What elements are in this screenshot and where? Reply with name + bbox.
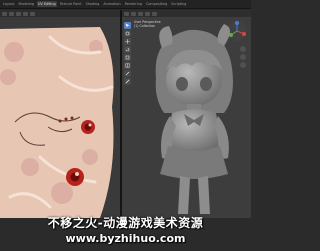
3d-viewport[interactable]: User Perspective (1) Collection	[122, 10, 251, 218]
cursor-tool-button[interactable]	[124, 30, 131, 37]
texture-eye-top	[81, 120, 95, 134]
viewport-header	[122, 10, 251, 17]
tab-texture-paint[interactable]: Texture Paint	[59, 1, 83, 7]
move-icon	[125, 39, 130, 44]
watermark-title: 不移之火-动漫游戏美术资源	[47, 216, 204, 230]
model-right-eye	[200, 77, 212, 91]
measure-tool-button[interactable]	[124, 78, 131, 85]
uv-texture-canvas[interactable]	[0, 17, 120, 218]
texture-eye-bottom	[66, 168, 84, 186]
tab-compositing[interactable]: Compositing	[145, 1, 168, 7]
editor-type-button[interactable]	[124, 11, 129, 16]
annotate-tool-button[interactable]	[124, 70, 131, 77]
workspace-tab-bar: Layout Modeling UV Editing Texture Paint…	[0, 0, 251, 9]
tab-shading[interactable]: Shading	[85, 1, 101, 7]
editor-type-button[interactable]	[2, 11, 7, 16]
model-right-leg	[198, 176, 210, 214]
pencil-icon	[125, 71, 130, 76]
uv-editor-header	[0, 10, 120, 17]
ruler-icon	[125, 79, 130, 84]
model-left-leg	[178, 176, 190, 214]
mode-select-button[interactable]	[131, 11, 136, 16]
select-tool-button[interactable]	[124, 22, 131, 29]
uvs-menu-button[interactable]	[30, 11, 35, 16]
uv-editor-panel[interactable]	[0, 10, 120, 218]
watermark-url: www.byzhihuo.com	[65, 232, 186, 245]
tab-rendering[interactable]: Rendering	[124, 1, 143, 7]
cursor-icon	[125, 23, 130, 28]
rotate-icon	[125, 47, 130, 52]
image-menu-button[interactable]	[23, 11, 28, 16]
transform-icon	[125, 63, 130, 68]
character-model[interactable]	[144, 18, 244, 218]
view-menu-button[interactable]	[138, 11, 143, 16]
model-torso	[166, 109, 222, 152]
tab-uv-editing[interactable]: UV Editing	[36, 1, 57, 7]
view-menu-button[interactable]	[9, 11, 14, 16]
rotate-tool-button[interactable]	[124, 46, 131, 53]
select-menu-button[interactable]	[16, 11, 21, 16]
tab-modeling[interactable]: Modeling	[18, 1, 35, 7]
tab-layout[interactable]: Layout	[2, 1, 16, 7]
add-menu-button[interactable]	[152, 11, 157, 16]
tool-shelf	[124, 22, 131, 85]
scale-icon	[125, 55, 130, 60]
scale-tool-button[interactable]	[124, 54, 131, 61]
transform-tool-button[interactable]	[124, 62, 131, 69]
model-left-eye	[176, 77, 188, 91]
tab-animation[interactable]: Animation	[102, 1, 121, 7]
crosshair-icon	[125, 31, 130, 36]
move-tool-button[interactable]	[124, 38, 131, 45]
select-menu-button[interactable]	[145, 11, 150, 16]
tab-scripting[interactable]: Scripting	[170, 1, 187, 7]
